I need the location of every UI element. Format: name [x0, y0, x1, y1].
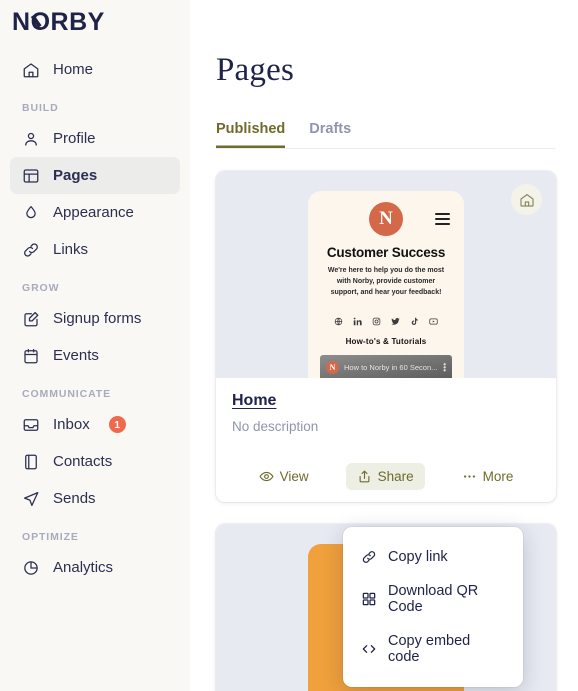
sidebar-item-contacts[interactable]: Contacts [10, 443, 180, 480]
home-icon [22, 61, 40, 79]
eye-icon [259, 469, 274, 484]
brand-logo[interactable]: NORBY [12, 5, 190, 39]
view-button-label: View [279, 469, 309, 484]
sidebar-item-label: Appearance [53, 204, 134, 221]
sidebar-section-communicate: COMMUNICATE [22, 388, 112, 400]
view-button[interactable]: View [248, 463, 320, 490]
card-actions: View Share More [216, 454, 556, 502]
sidebar-item-inbox[interactable]: Inbox 1 [10, 406, 180, 443]
inbox-icon [22, 416, 40, 434]
qr-icon [361, 591, 377, 607]
home-icon [519, 193, 534, 207]
hamburger-icon [435, 213, 450, 228]
share-button-label: Share [377, 469, 414, 484]
card-title-link[interactable]: Home [232, 392, 276, 410]
sidebar-item-sends[interactable]: Sends [10, 480, 180, 517]
ellipsis-icon [462, 469, 477, 484]
share-button[interactable]: Share [345, 463, 425, 490]
sidebar-top-group: Home [0, 51, 190, 88]
video-avatar: N [326, 361, 339, 375]
sidebar-item-label: Home [53, 61, 94, 78]
book-icon [22, 453, 40, 471]
sidebar-item-label: Pages [53, 167, 98, 184]
sidebar-item-appearance[interactable]: Appearance [10, 194, 180, 231]
sidebar-item-label: Contacts [53, 453, 113, 470]
page-title: Pages [216, 52, 294, 88]
menu-item-label: Copy link [388, 549, 448, 565]
link-icon [361, 549, 377, 565]
page-preview[interactable]: N Customer Success We're here to help yo… [216, 171, 556, 378]
sidebar-item-label: Analytics [53, 559, 114, 576]
calendar-icon [22, 347, 40, 365]
pie-chart-icon [22, 559, 40, 577]
send-icon [22, 490, 40, 508]
home-badge [511, 184, 542, 215]
person-icon [22, 130, 40, 148]
droplet-icon [22, 204, 40, 222]
sidebar-item-label: Signup forms [53, 310, 142, 327]
phone-header: N [320, 202, 452, 236]
twitter-icon[interactable] [391, 313, 400, 325]
tiktok-icon[interactable] [410, 313, 419, 325]
instagram-icon[interactable] [372, 313, 381, 325]
menu-item-download-qr-code[interactable]: Download QR Code [343, 574, 523, 624]
more-button[interactable]: More [451, 463, 525, 490]
menu-item-label: Download QR Code [388, 583, 479, 615]
code-icon [361, 641, 377, 657]
app-root: NORBY Home BUILD Profile Pages Appearanc… [0, 0, 578, 691]
layout-icon [22, 167, 40, 185]
sidebar-item-events[interactable]: Events [10, 337, 180, 374]
social-links [320, 313, 452, 325]
card-body: Home No description [216, 378, 556, 442]
sidebar-item-label: Links [53, 241, 89, 258]
menu-item-label: Copy embed code [388, 633, 471, 665]
preview-video-item[interactable]: N How to Norby in 60 Secon... • • • [320, 354, 452, 378]
sidebar-item-label: Profile [53, 130, 96, 147]
card-description: No description [232, 419, 319, 434]
tab-drafts[interactable]: Drafts [309, 121, 351, 148]
tab-bar: Published Drafts [216, 121, 556, 149]
share-icon [357, 469, 372, 484]
sidebar-item-label: Events [53, 347, 99, 364]
menu-item-copy-embed-code[interactable]: Copy embed code [343, 624, 523, 674]
video-more-icon[interactable]: • • • [443, 361, 446, 375]
sidebar-section-optimize: OPTIMIZE [22, 531, 79, 543]
avatar: N [369, 202, 403, 236]
more-button-label: More [482, 469, 514, 484]
youtube-icon[interactable] [429, 313, 438, 325]
brand-logo-text: NORBY [12, 7, 105, 36]
preview-body: We're here to help you do the most with … [327, 267, 445, 296]
status-badge: 1 [108, 416, 126, 433]
preview-section-heading: How-to's & Tutorials [345, 336, 427, 346]
page-card: N Customer Success We're here to help yo… [216, 171, 556, 502]
menu-item-copy-link[interactable]: Copy link [343, 540, 523, 574]
sidebar-section-build: BUILD [22, 102, 59, 114]
share-dropdown-menu: Copy link Download QR Code Copy embed co… [343, 527, 523, 687]
phone-mockup: N Customer Success We're here to help yo… [308, 191, 464, 378]
video-title: How to Norby in 60 Secon... [344, 363, 438, 373]
sidebar-item-home[interactable]: Home [10, 51, 180, 88]
globe-icon[interactable] [334, 313, 343, 325]
linkedin-icon[interactable] [353, 313, 362, 325]
sidebar-item-analytics[interactable]: Analytics [10, 549, 180, 586]
link-icon [22, 241, 40, 259]
sidebar-section-grow: GROW [22, 282, 60, 294]
sidebar-item-label: Inbox [53, 416, 90, 433]
sidebar-item-pages[interactable]: Pages [10, 157, 180, 194]
edit-square-icon [22, 310, 40, 328]
preview-heading: Customer Success [326, 245, 446, 260]
sidebar-item-links[interactable]: Links [10, 231, 180, 268]
sidebar-item-signup-forms[interactable]: Signup forms [10, 300, 180, 337]
sidebar: NORBY Home BUILD Profile Pages Appearanc… [0, 0, 190, 691]
tab-published[interactable]: Published [216, 121, 285, 148]
sidebar-item-label: Sends [53, 490, 96, 507]
sidebar-item-profile[interactable]: Profile [10, 120, 180, 157]
